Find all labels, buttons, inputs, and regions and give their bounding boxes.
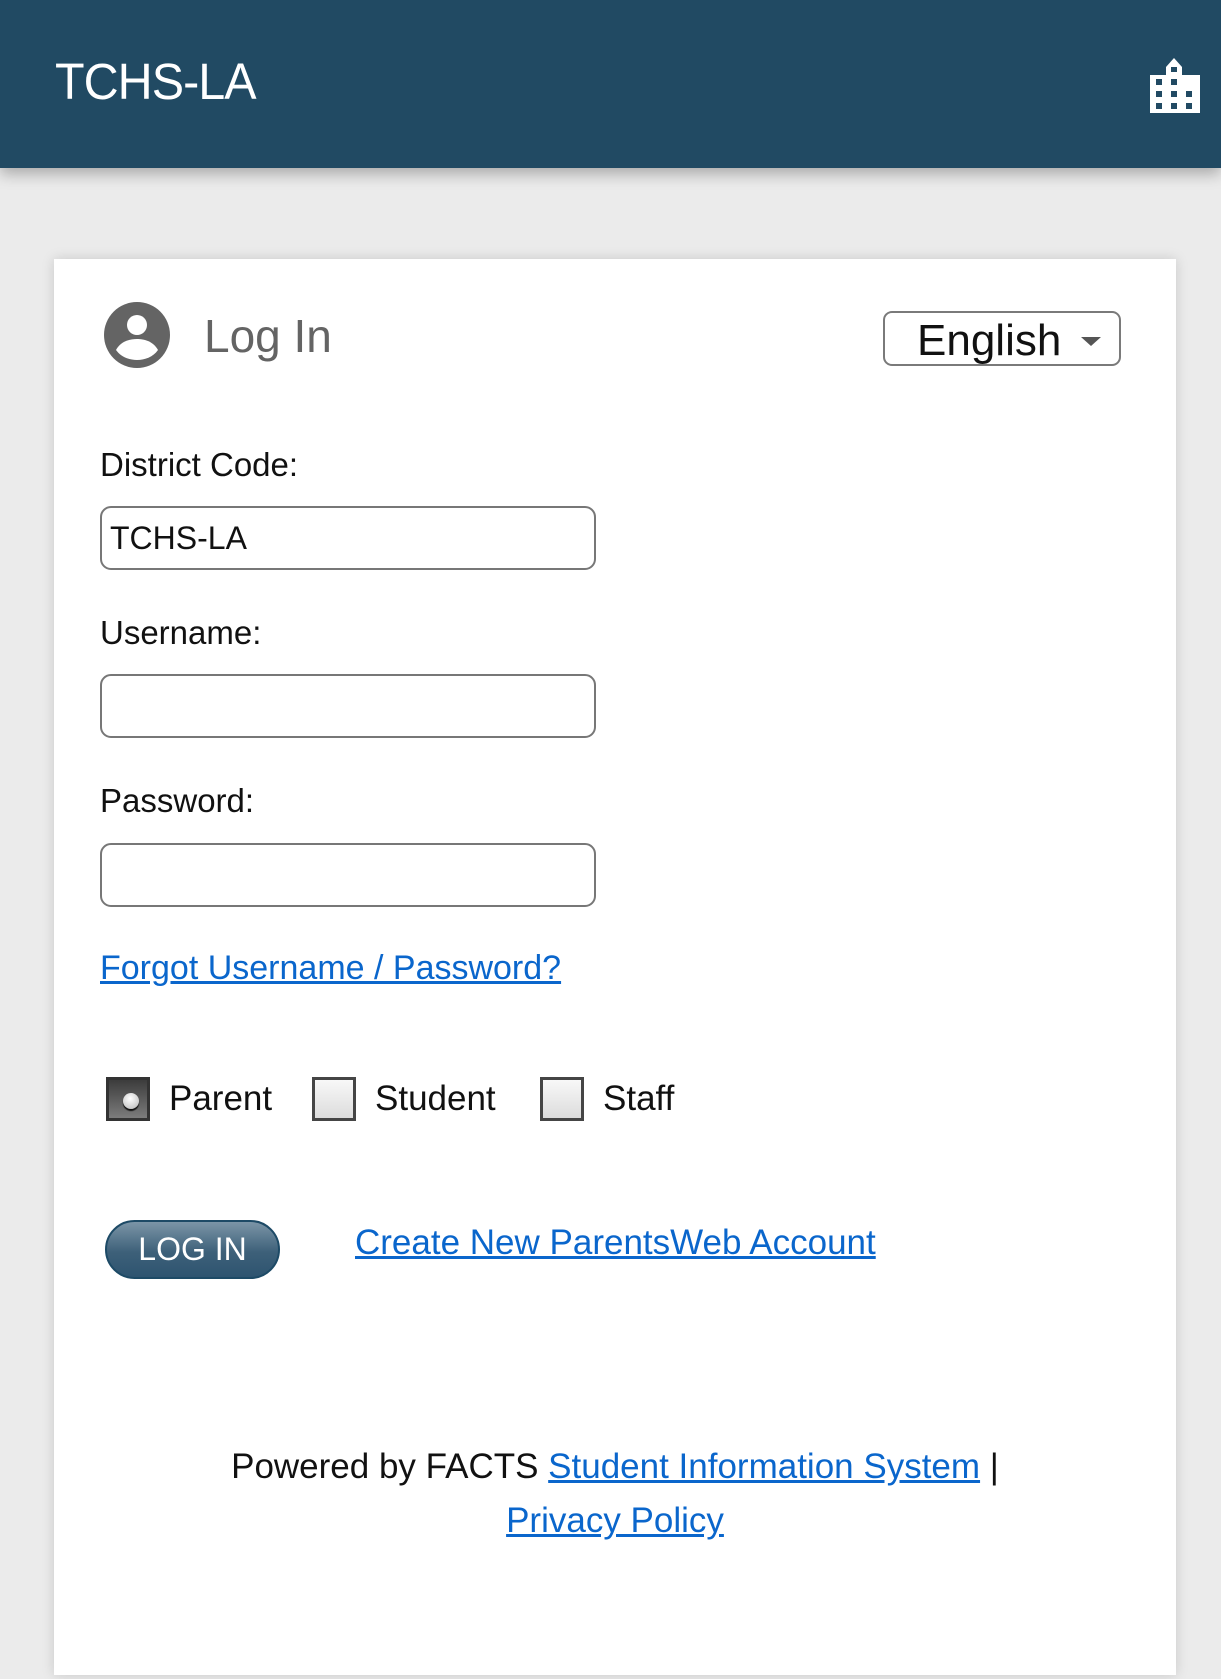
role-option-parent[interactable]: Parent: [106, 1074, 272, 1124]
password-input[interactable]: [100, 843, 596, 907]
role-label-staff: Staff: [603, 1079, 675, 1118]
account-circle-icon: [104, 302, 170, 368]
footer-separator: |: [989, 1447, 999, 1486]
app-header: TCHS-LA: [0, 0, 1221, 168]
role-radio-parent[interactable]: [106, 1077, 150, 1121]
username-input[interactable]: [100, 674, 596, 738]
login-card: Log In English District Code: Username: …: [54, 259, 1176, 1675]
role-radio-student[interactable]: [312, 1077, 356, 1121]
district-code-input[interactable]: [100, 506, 596, 570]
role-label-student: Student: [375, 1079, 496, 1118]
role-radio-staff[interactable]: [540, 1077, 584, 1121]
language-selected: English: [917, 316, 1062, 365]
create-account-link[interactable]: Create New ParentsWeb Account: [355, 1223, 876, 1263]
sis-link[interactable]: Student Information System: [548, 1447, 980, 1486]
role-option-student[interactable]: Student: [312, 1074, 496, 1124]
language-select[interactable]: English: [883, 311, 1121, 366]
school-building-icon[interactable]: [1148, 55, 1208, 113]
forgot-credentials-link[interactable]: Forgot Username / Password?: [100, 949, 561, 988]
footer-line-1: Powered by FACTS Student Information Sys…: [54, 1447, 1176, 1487]
username-label: Username:: [100, 614, 262, 651]
password-label: Password:: [100, 782, 255, 819]
login-button[interactable]: LOG IN: [105, 1220, 280, 1279]
footer-line-2: Privacy Policy: [54, 1501, 1176, 1541]
role-label-parent: Parent: [169, 1079, 273, 1118]
login-heading: Log In: [204, 310, 332, 362]
role-option-staff[interactable]: Staff: [540, 1074, 674, 1124]
powered-by-text: Powered by FACTS: [231, 1447, 539, 1486]
privacy-policy-link[interactable]: Privacy Policy: [506, 1501, 724, 1540]
district-code-label: District Code:: [100, 446, 299, 483]
school-title: TCHS-LA: [55, 53, 257, 110]
chevron-down-icon: [1081, 337, 1101, 346]
